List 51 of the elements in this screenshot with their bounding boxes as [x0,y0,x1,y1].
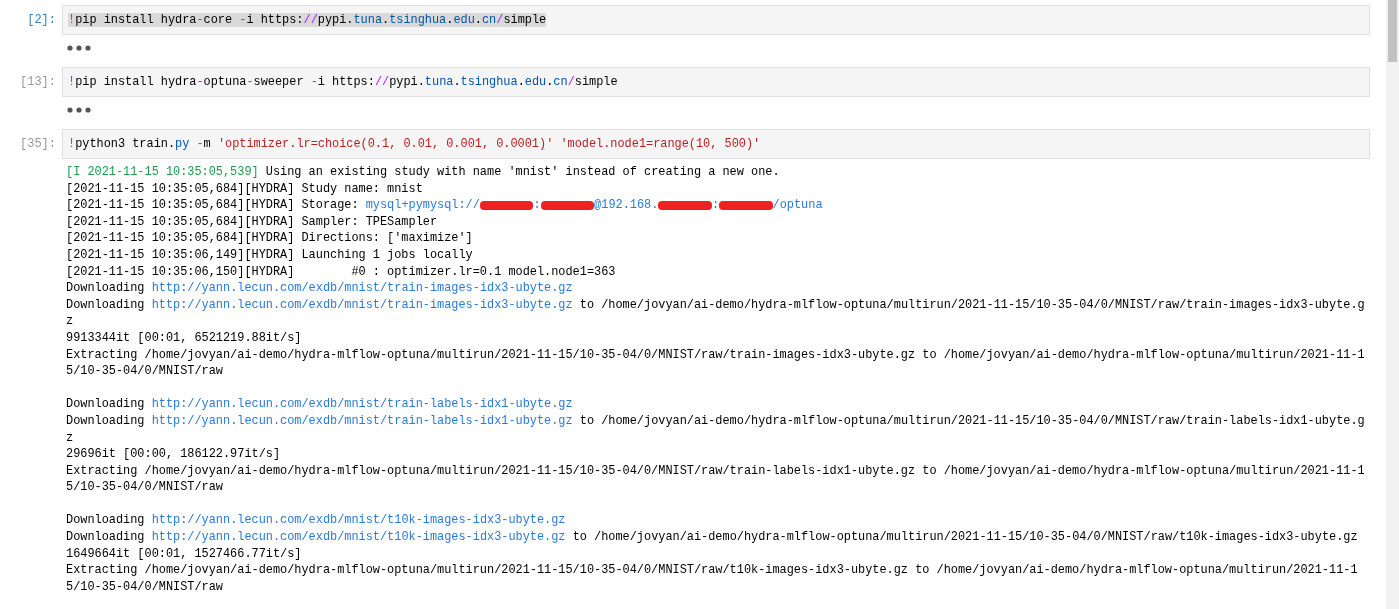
output-line: Downloading http://yann.lecun.com/exdb/mnist/train-images-idx3-ubyte.gz to /home/jovyan/ai-demo/hydra-mlflow-optuna/multirun/2021-11-15/10-35-04/0/MNIST/raw/train-images-idx3-ubyte.g [66,296,1366,314]
collapsed-output-icon[interactable] [67,45,91,51]
output-line: 5/10-35-04/0/MNIST/raw [66,363,224,380]
url-link[interactable]: @192.168. [594,198,659,213]
output-line: Downloading http://yann.lecun.com/exdb/mnist/train-labels-idx1-ubyte.gz to /home/jovyan/ai-demo/hydra-mlflow-optuna/multirun/2021-11-15/10-35-04/0/MNIST/raw/train-labels-idx1-ubyte.g [66,412,1366,430]
url-link[interactable]: http://yann.lecun.com/exdb/mnist/train-labels-idx1-ubyte.gz [151,413,573,428]
redaction-mark [719,200,773,210]
cell-prompt: [13]: [19,75,57,89]
url-link[interactable]: /optuna [772,198,823,213]
code-cell-input[interactable]: !pip install hydra-core -i https://pypi.tuna.tsinghua.edu.cn/simple [62,5,1370,35]
code-line: !python3 train.py -m 'optimizer.lr=choice(0.1, 0.01, 0.001, 0.0001)' 'model.node1=range(10, 500)' [68,137,761,151]
url-link[interactable]: http://yann.lecun.com/exdb/mnist/train-images-idx3-ubyte.gz [151,281,573,296]
output-line: [2021-11-15 10:35:05,684][HYDRA] Sampler: TPESampler [66,213,439,231]
output-line: 5/10-35-04/0/MNIST/raw [66,479,224,496]
output-line: [2021-11-15 10:35:05,684][HYDRA] Storage: mysql+pymysql:// : @192.168. : /optuna [66,197,824,214]
scrollbar-thumb[interactable] [1388,0,1397,62]
collapsed-output-icon[interactable] [67,107,91,113]
redaction-mark [540,200,595,210]
code-line: !pip install hydra-optuna-sweeper -i https://pypi.tuna.tsinghua.edu.cn/simple [68,75,618,89]
output-line: [2021-11-15 10:35:06,149][HYDRA] Launching 1 jobs locally [66,246,474,264]
redaction-mark [658,200,712,210]
output-line: Extracting /home/jovyan/ai-demo/hydra-mlflow-optuna/multirun/2021-11-15/10-35-04/0/MNIST/raw/t10k-images-idx3-ubyte.gz to /home/jovyan/ai-demo/hydra-mlflow-optuna/multirun/2021-11-1 [66,562,1359,579]
output-line: 5/10-35-04/0/MNIST/raw [66,578,224,596]
output-line: Extracting /home/jovyan/ai-demo/hydra-mlflow-optuna/multirun/2021-11-15/10-35-04/0/MNIST/raw/train-images-idx3-ubyte.gz to /home/jovyan/ai-demo/hydra-mlflow-optuna/multirun/2021-11-1 [66,346,1366,364]
output-line: Downloading http://yann.lecun.com/exdb/mnist/train-images-idx3-ubyte.gz [66,280,574,297]
output-line: Downloading http://yann.lecun.com/exdb/mnist/t10k-images-idx3-ubyte.gz to /home/jovyan/ai-demo/hydra-mlflow-optuna/multirun/2021-11-15/10-35-04/0/MNIST/raw/t10k-images-idx3-ubyte.gz [66,529,1359,546]
url-link[interactable]: http://yann.lecun.com/exdb/mnist/t10k-images-idx3-ubyte.gz [151,530,566,545]
output-line: z [66,313,75,330]
cell-prompt: [35]: [19,137,57,151]
code-cell-input[interactable]: !pip install hydra-optuna-sweeper -i https://pypi.tuna.tsinghua.edu.cn/simple [62,67,1370,97]
output-line: [2021-11-15 10:35:05,684][HYDRA] Study name: mnist [66,180,424,198]
url-link[interactable]: http://yann.lecun.com/exdb/mnist/t10k-images-idx3-ubyte.gz [151,513,566,528]
output-line: Extracting /home/jovyan/ai-demo/hydra-mlflow-optuna/multirun/2021-11-15/10-35-04/0/MNIST/raw/train-labels-idx1-ubyte.gz to /home/jovyan/ai-demo/hydra-mlflow-optuna/multirun/2021-11-1 [66,462,1366,480]
output-line: [I 2021-11-15 10:35:05,539] Using an existing study with name 'mnist' instead of creating a new one. [66,164,781,181]
url-link[interactable]: http://yann.lecun.com/exdb/mnist/train-labels-idx1-ubyte.gz [151,397,573,412]
output-line: 9913344it [00:01, 6521219.88it/s] [66,329,303,347]
output-line: z [66,429,75,447]
url-link[interactable]: : [711,198,720,213]
output-line: Downloading http://yann.lecun.com/exdb/mnist/train-labels-idx1-ubyte.gz [66,396,574,413]
output-line: 1649664it [00:01, 1527466.77it/s] [66,545,303,563]
output-line: Downloading http://yann.lecun.com/exdb/mnist/t10k-images-idx3-ubyte.gz [66,512,567,530]
scrollbar[interactable] [1386,0,1399,609]
output-line: [2021-11-15 10:35:05,684][HYDRA] Directions: ['maximize'] [66,230,474,247]
url-link[interactable]: http://yann.lecun.com/exdb/mnist/train-images-idx3-ubyte.gz [151,297,573,312]
cell-prompt: [2]: [26,13,57,27]
url-link[interactable]: : [533,198,541,213]
redaction-mark [479,200,534,210]
url-link[interactable]: mysql+pymysql:// [365,198,480,213]
output-line: [2021-11-15 10:35:06,150][HYDRA] #0 : optimizer.lr=0.1 model.node1=363 [66,263,617,281]
code-cell-input[interactable]: !python3 train.py -m 'optimizer.lr=choice(0.1, 0.01, 0.001, 0.0001)' 'model.node1=range(10, 500)' [62,129,1370,159]
output-line: 29696it [00:00, 186122.97it/s] [66,446,282,463]
